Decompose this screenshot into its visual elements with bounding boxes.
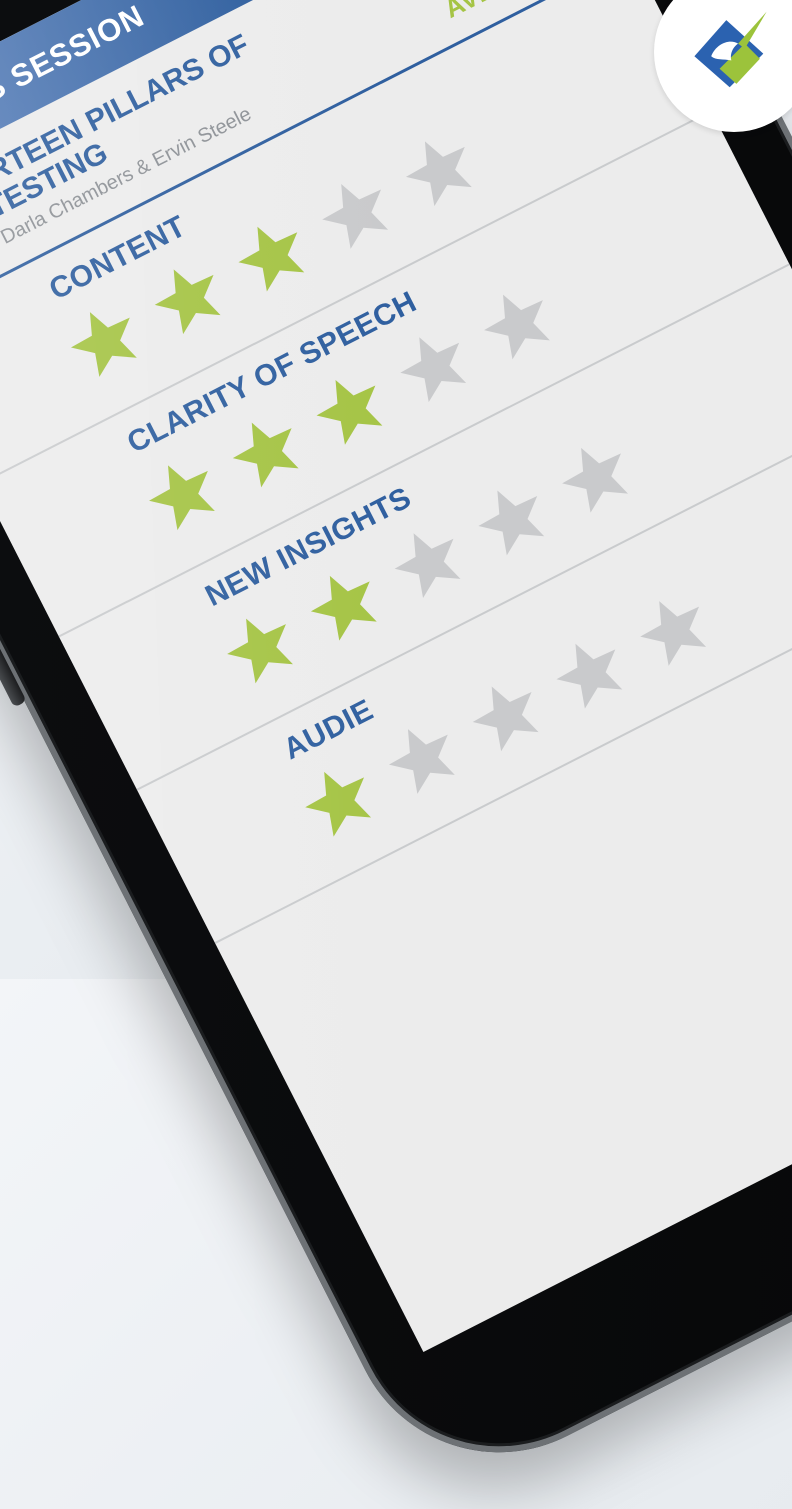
star-icon[interactable]	[376, 711, 468, 802]
star-icon[interactable]	[465, 473, 557, 564]
unicorn-logo-icon	[694, 11, 767, 88]
star-icon[interactable]	[460, 669, 552, 760]
star-icon[interactable]	[298, 558, 390, 649]
star-icon[interactable]	[387, 320, 479, 411]
star-icon[interactable]	[225, 209, 317, 300]
app-screen: RATE THIS SESSION ✖ THE THIRTEEN PILLARS…	[0, 0, 792, 1353]
star-icon[interactable]	[382, 516, 474, 607]
star-icon[interactable]	[549, 430, 641, 521]
star-icon[interactable]	[303, 362, 395, 453]
star-icon[interactable]	[471, 277, 563, 368]
star-icon[interactable]	[58, 294, 150, 385]
star-icon[interactable]	[543, 626, 635, 717]
star-icon[interactable]	[220, 405, 312, 496]
star-icon[interactable]	[214, 601, 306, 692]
star-icon[interactable]	[142, 252, 234, 343]
star-icon[interactable]	[292, 754, 384, 845]
star-icon[interactable]	[393, 124, 485, 215]
phone-device: RATE THIS SESSION ✖ THE THIRTEEN PILLARS…	[0, 0, 792, 1505]
star-icon[interactable]	[627, 583, 719, 674]
star-icon[interactable]	[136, 448, 228, 539]
star-icon[interactable]	[309, 166, 401, 257]
